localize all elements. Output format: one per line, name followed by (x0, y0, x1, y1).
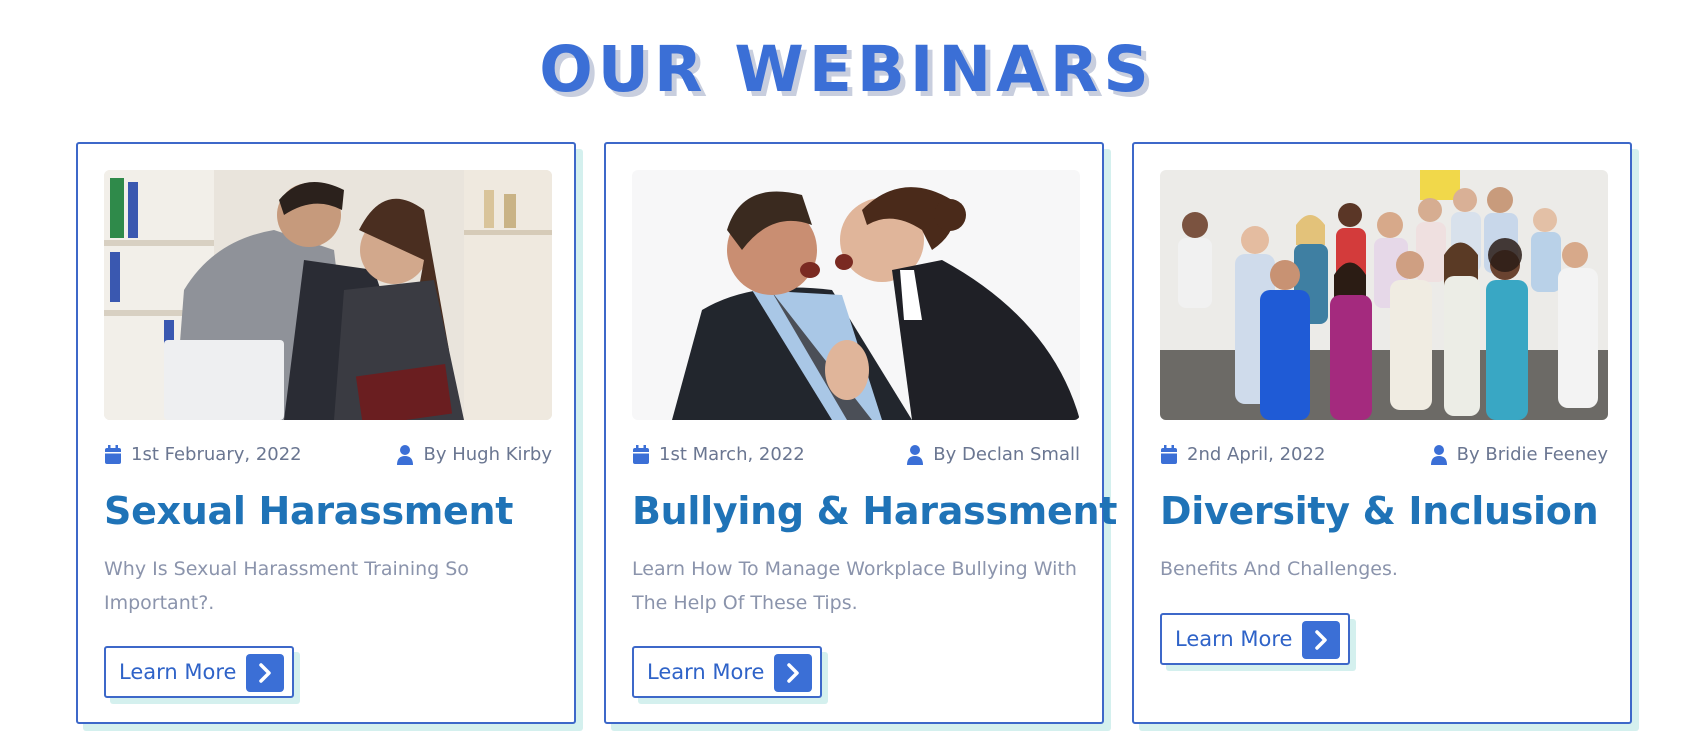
webinar-card: 1st March, 2022 By Declan Small Bullying… (604, 142, 1117, 724)
webinar-title[interactable]: Sexual Harassment (104, 489, 513, 533)
webinar-card: 1st February, 2022 By Hugh Kirby Sexual … (76, 142, 576, 724)
chevron-right-icon (774, 654, 812, 692)
chevron-right-icon (1302, 621, 1340, 659)
webinar-author-text: By Bridie Feeney (1456, 444, 1608, 465)
webinar-author-text: By Hugh Kirby (423, 444, 552, 465)
user-icon (1430, 444, 1448, 465)
webinar-title[interactable]: Diversity & Inclusion (1160, 489, 1599, 533)
webinar-image[interactable] (1160, 170, 1608, 420)
learn-more-label: Learn More (647, 660, 765, 684)
webinar-date: 2nd April, 2022 (1160, 444, 1325, 465)
webinar-author: By Hugh Kirby (396, 444, 552, 465)
webinar-title[interactable]: Bullying & Harassment (632, 489, 1117, 533)
webinar-author: By Bridie Feeney (1430, 444, 1608, 465)
calendar-icon (632, 444, 650, 465)
webinar-author-text: By Declan Small (933, 444, 1080, 465)
learn-more-label: Learn More (119, 660, 237, 684)
learn-more-button[interactable]: Learn More (632, 646, 822, 698)
learn-more-button[interactable]: Learn More (1160, 613, 1350, 665)
user-icon (396, 444, 414, 465)
webinar-date-text: 1st February, 2022 (131, 444, 302, 465)
calendar-icon (104, 444, 122, 465)
webinar-card: 2nd April, 2022 By Bridie Feeney Diversi… (1132, 142, 1632, 724)
webinar-description: Learn How To Manage Workplace Bullying W… (632, 558, 1077, 614)
webinar-date: 1st February, 2022 (104, 444, 302, 465)
webinar-description: Why Is Sexual Harassment Training So Imp… (104, 558, 469, 614)
webinar-date-text: 1st March, 2022 (659, 444, 805, 465)
calendar-icon (1160, 444, 1178, 465)
webinar-image[interactable] (632, 170, 1080, 420)
user-icon (906, 444, 924, 465)
webinar-date-text: 2nd April, 2022 (1187, 444, 1326, 465)
chevron-right-icon (246, 654, 284, 692)
webinar-image[interactable] (104, 170, 552, 420)
webinar-description: Benefits And Challenges. (1160, 558, 1398, 580)
section-title: OUR WEBINARS (539, 33, 1154, 106)
webinar-author: By Declan Small (906, 444, 1080, 465)
learn-more-label: Learn More (1175, 627, 1293, 651)
webinar-date: 1st March, 2022 (632, 444, 805, 465)
learn-more-button[interactable]: Learn More (104, 646, 294, 698)
